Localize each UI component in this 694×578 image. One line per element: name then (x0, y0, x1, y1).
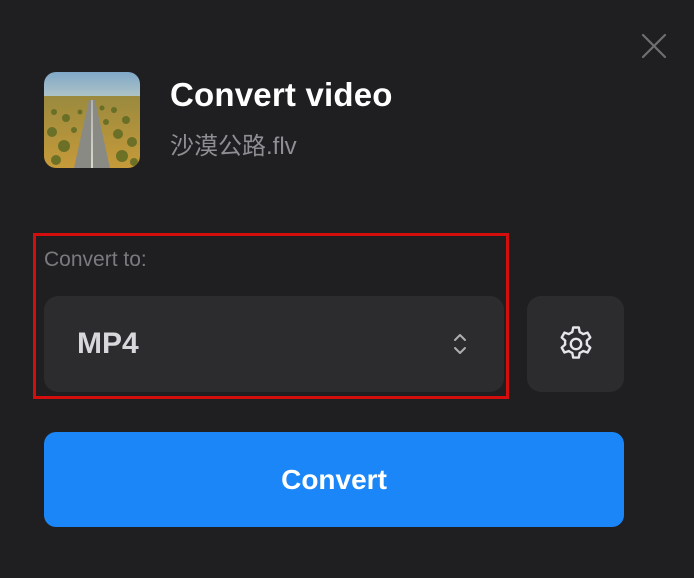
dialog-title: Convert video (170, 76, 393, 113)
convert-video-dialog: Convert video 沙漠公路.flv Convert to: MP4 C… (0, 0, 694, 578)
gear-icon (560, 326, 591, 359)
format-selected-value: MP4 (77, 327, 139, 360)
file-name: 沙漠公路.flv (170, 133, 297, 160)
desert-road-thumbnail (44, 72, 140, 168)
format-select[interactable]: MP4 (44, 296, 504, 392)
format-settings-button[interactable] (527, 296, 624, 392)
convert-button[interactable]: Convert (44, 432, 624, 527)
close-icon (641, 33, 667, 59)
convert-to-label: Convert to: (44, 248, 147, 271)
close-button[interactable] (634, 26, 674, 66)
video-thumbnail (44, 72, 140, 168)
convert-button-label: Convert (281, 463, 387, 495)
chevron-up-down-icon (454, 334, 466, 354)
